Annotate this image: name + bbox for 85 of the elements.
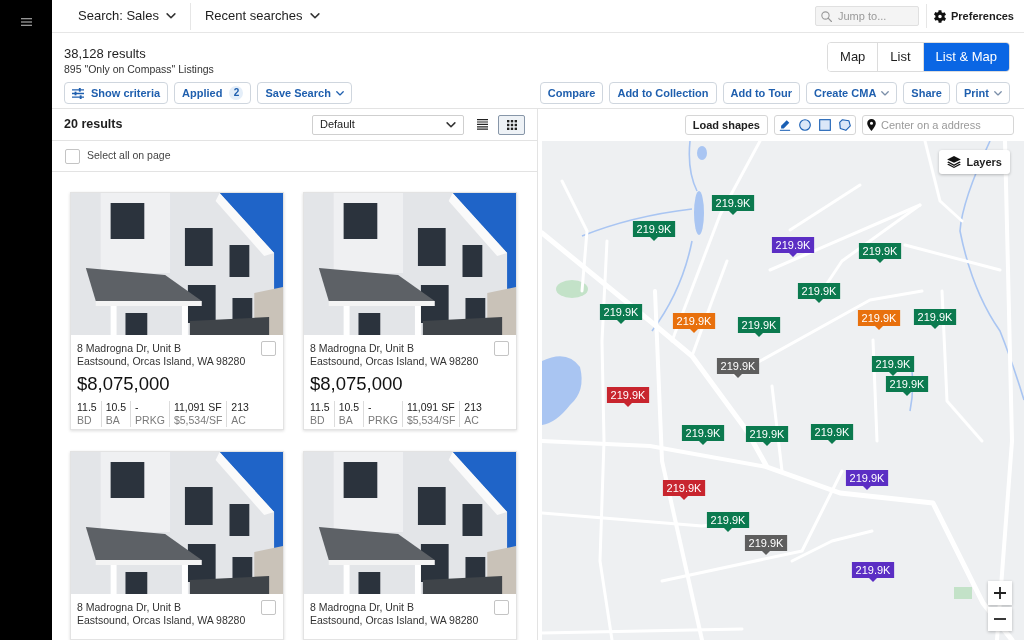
stat-label: BD [77, 414, 93, 427]
load-shapes-button[interactable]: Load shapes [684, 115, 768, 135]
checkbox[interactable] [494, 600, 509, 615]
search-field[interactable]: Jump to... [815, 6, 919, 26]
chevron-down-icon [446, 121, 456, 128]
stat-value: 11.5 [310, 401, 330, 414]
map-pin-icon [867, 119, 876, 131]
layout-toggle-button[interactable] [498, 114, 525, 135]
checkbox[interactable] [261, 341, 276, 356]
checkbox[interactable] [261, 600, 276, 615]
list-icon [477, 119, 488, 130]
count-badge: 2 [229, 86, 244, 100]
chevron-down-icon [335, 90, 344, 96]
stat-label: AC [231, 414, 247, 427]
select-all-label: Select all on page [87, 148, 171, 164]
zoom-out-button[interactable] [988, 607, 1012, 631]
search-icon [821, 10, 832, 22]
stat-value: 11,091 SF [406, 401, 456, 414]
action-button[interactable]: Share [903, 82, 950, 104]
stat-label: PRKG [135, 414, 165, 427]
stat-label: PRKG [368, 414, 398, 427]
action-button[interactable]: Add to Tour [722, 82, 800, 104]
address-line: Eastsound, Orcas Island, WA 98280 [77, 355, 246, 368]
stat-value: 213 [231, 401, 249, 414]
chevron-down-icon [165, 13, 176, 19]
stat-label: BA [338, 414, 354, 427]
zoom-in-button[interactable] [988, 581, 1012, 605]
listing-price: $8,075,000 [310, 373, 404, 395]
checkbox[interactable] [65, 148, 80, 164]
address-line: Eastsound, Orcas Island, WA 98280 [310, 355, 479, 368]
pencil-icon [779, 119, 791, 131]
minus-icon [994, 618, 1006, 620]
filter-button[interactable]: Save Search [257, 82, 352, 104]
circle-icon [799, 119, 811, 131]
listing-card[interactable]: 8 Madrogna Dr, Unit B Eastsound, Orcas Island, WA 98280 $8,075,000 11.5 BD 10.5 BA - PRKG 11,091 SF $5,534/SF 213 AC [70, 192, 284, 430]
square-icon [819, 119, 831, 131]
filter-button[interactable]: Applied 2 [174, 82, 252, 104]
filter-button[interactable]: Show criteria [64, 82, 169, 104]
grid-icon [506, 119, 517, 130]
stat-value: 11.5 [77, 401, 97, 414]
listing-price: $8,075,000 [77, 373, 171, 395]
address-line: Eastsound, Orcas Island, WA 98280 [77, 614, 246, 627]
address-line: 8 Madrogna Dr, Unit B [77, 601, 182, 614]
stat-value: - [368, 401, 373, 414]
chevron-down-icon [994, 90, 1002, 96]
address-line: 8 Madrogna Dr, Unit B [77, 342, 182, 355]
layers-button[interactable]: Layers [938, 150, 1010, 174]
stat-label: $5,534/SF [173, 414, 223, 427]
stat-value: 213 [464, 401, 482, 414]
action-button[interactable]: Add to Collection [609, 82, 717, 104]
listings-note: 895 "Only on Compass" Listings [64, 63, 214, 76]
stat-value: - [135, 401, 140, 414]
address-search-field[interactable]: Center on a address [862, 115, 1014, 135]
preferences-button[interactable]: Preferences [934, 7, 1024, 25]
view-mode-tab[interactable]: List & Map [922, 43, 1009, 71]
results-count: 20 results [64, 116, 123, 134]
checkbox[interactable] [494, 341, 509, 356]
menu-button[interactable]: Recent searches [204, 6, 320, 26]
stat-label: AC [464, 414, 480, 427]
stat-value: 10.5 [105, 401, 127, 414]
address-line: 8 Madrogna Dr, Unit B [310, 342, 415, 355]
listing-card[interactable]: 8 Madrogna Dr, Unit B Eastsound, Orcas Island, WA 98280 [70, 451, 284, 640]
chevron-down-icon [881, 90, 890, 96]
address-line: Eastsound, Orcas Island, WA 98280 [310, 614, 479, 627]
plus-icon [994, 587, 1006, 599]
polygon-icon [839, 119, 851, 131]
action-button[interactable]: Compare [539, 82, 604, 104]
gear-icon [934, 9, 946, 23]
listing-card[interactable]: 8 Madrogna Dr, Unit B Eastsound, Orcas Island, WA 98280 [303, 451, 517, 640]
stat-label: BA [105, 414, 121, 427]
stat-value: 11,091 SF [173, 401, 223, 414]
chevron-down-icon [309, 13, 320, 19]
action-button[interactable]: Print [955, 82, 1010, 104]
listing-card[interactable]: 8 Madrogna Dr, Unit B Eastsound, Orcas Island, WA 98280 $8,075,000 11.5 BD 10.5 BA - PRKG 11,091 SF $5,534/SF 213 AC [303, 192, 517, 430]
sliders-icon [72, 87, 84, 99]
menu-icon[interactable] [20, 18, 32, 26]
layers-icon [946, 156, 961, 168]
menu-button[interactable]: Search: Sales [78, 6, 176, 26]
action-button[interactable]: Create CMA [806, 82, 898, 104]
address-line: 8 Madrogna Dr, Unit B [310, 601, 415, 614]
sort-dropdown[interactable]: Default [312, 114, 464, 135]
stat-label: $5,534/SF [406, 414, 456, 427]
results-count: 38,128 results [64, 46, 147, 62]
stat-value: 10.5 [338, 401, 360, 414]
stat-label: BD [310, 414, 326, 427]
